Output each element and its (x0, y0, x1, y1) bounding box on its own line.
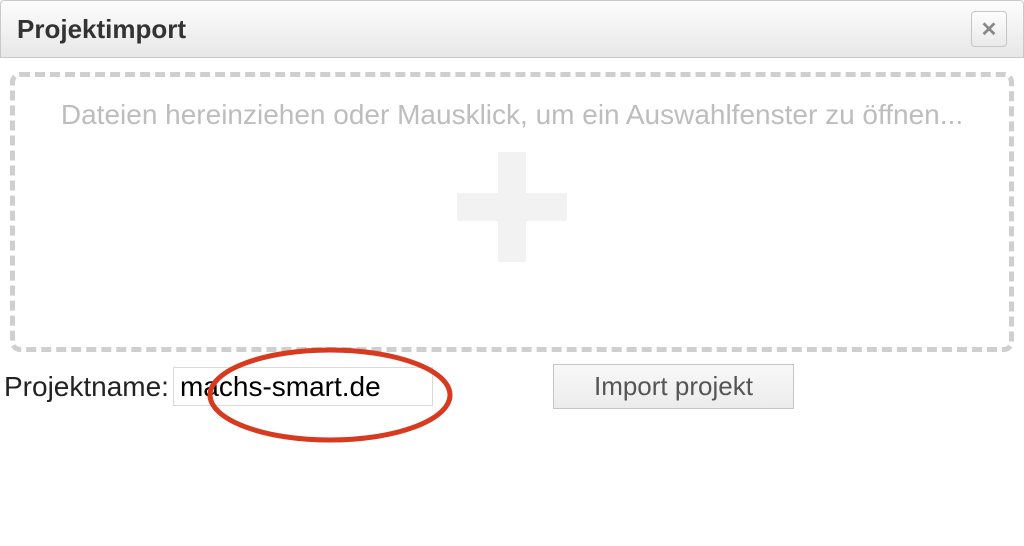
projectname-label: Projektname: (4, 371, 169, 403)
projectname-input[interactable] (173, 367, 433, 407)
projectname-row: Projektname: Import projekt (10, 364, 1014, 409)
dropzone-hint-text: Dateien hereinziehen oder Mausklick, um … (61, 95, 963, 134)
close-button[interactable]: ✕ (971, 11, 1007, 47)
dialog-titlebar: Projektimport ✕ (0, 0, 1024, 58)
close-icon: ✕ (981, 17, 998, 42)
plus-icon (457, 152, 567, 262)
import-project-button[interactable]: Import projekt (553, 364, 794, 409)
dialog-title: Projektimport (17, 14, 186, 45)
projektimport-dialog: Projektimport ✕ Dateien hereinziehen ode… (0, 0, 1024, 409)
dialog-content: Dateien hereinziehen oder Mausklick, um … (0, 58, 1024, 409)
file-dropzone[interactable]: Dateien hereinziehen oder Mausklick, um … (10, 72, 1014, 352)
